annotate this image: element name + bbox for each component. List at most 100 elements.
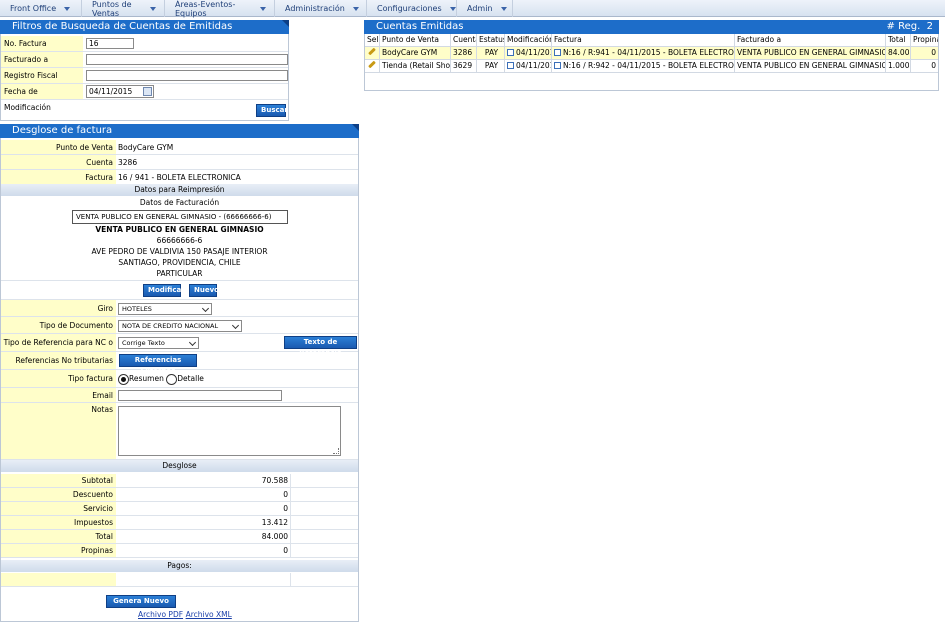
texto-referencia-button[interactable]: Texto de Referencia bbox=[284, 336, 357, 357]
col-factura: Factura bbox=[552, 34, 735, 46]
factura-label: Factura bbox=[1, 170, 116, 184]
row-propinas: Propinas 0 bbox=[1, 544, 358, 558]
checkbox-icon[interactable] bbox=[554, 49, 561, 56]
section-pagos: Pagos: bbox=[1, 560, 358, 572]
cliente-ciudad: SANTIAGO, PROVIDENCIA, CHILE bbox=[118, 258, 241, 267]
servicio-label: Servicio bbox=[1, 502, 116, 515]
detalle-radio[interactable] bbox=[166, 373, 178, 385]
edit-pencil-icon[interactable] bbox=[365, 47, 380, 59]
resize-grip-icon[interactable] bbox=[333, 448, 339, 454]
facturado-input[interactable] bbox=[85, 54, 288, 65]
tipo-factura-label: Tipo factura bbox=[1, 370, 116, 387]
cliente-direccion: AVE PEDRO DE VALDIVIA 150 PASAJE INTERIO… bbox=[91, 247, 268, 256]
propinas-value: 0 bbox=[118, 544, 291, 557]
tipo-ref-label: Tipo de Referencia para NC o ND bbox=[1, 334, 116, 365]
filters-header: Filtros de Busqueda de Cuentas de Emitid… bbox=[0, 20, 289, 34]
factura-value: N:16 / R:942 - 04/11/2015 - BOLETA ELECT… bbox=[563, 61, 735, 70]
row-email: Email bbox=[1, 388, 358, 403]
table-row[interactable]: BodyCare GYM 3286 PAY 04/11/2015 N:16 / … bbox=[365, 47, 938, 60]
ref-no-trib-label: Referencias No tributarias bbox=[1, 352, 116, 369]
rfc-input[interactable] bbox=[85, 70, 288, 81]
menu-label: Puntos de Ventas bbox=[92, 0, 132, 18]
chevron-down-icon bbox=[64, 6, 71, 11]
punto-value: BodyCare GYM bbox=[118, 143, 174, 152]
col-propina: Propina bbox=[911, 34, 938, 46]
reg-value: 2 bbox=[926, 21, 933, 32]
row-tipo-factura: Tipo factura Resumen Detalle bbox=[1, 370, 358, 388]
total-label: Total bbox=[1, 530, 116, 543]
referencias-externas-button[interactable]: Referencias Externas bbox=[119, 354, 197, 375]
checkbox-icon[interactable] bbox=[507, 62, 514, 69]
reg-count: # Reg. 2 bbox=[887, 20, 933, 34]
desglose-header: Desglose de factura bbox=[0, 124, 359, 138]
col-cuenta: Cuenta bbox=[451, 34, 477, 46]
tipo-ref-select[interactable]: Corrige Texto bbox=[118, 337, 199, 349]
pagos-cell bbox=[1, 573, 116, 586]
buscar-button[interactable]: Buscar bbox=[256, 104, 288, 117]
chevron-down-icon bbox=[231, 321, 240, 330]
row-notas: Notas bbox=[1, 403, 358, 460]
row-servicio: Servicio 0 bbox=[1, 502, 358, 516]
menu-administracion[interactable]: Administración bbox=[275, 0, 367, 17]
archivo-pdf-link[interactable]: Archivo PDF bbox=[138, 610, 183, 619]
menu-label: Front Office bbox=[10, 4, 57, 13]
col-sel: Sel bbox=[365, 34, 380, 46]
resumen-label: Resumen bbox=[129, 374, 164, 383]
impuestos-label: Impuestos bbox=[1, 516, 116, 529]
checkbox-icon[interactable] bbox=[554, 62, 561, 69]
email-input[interactable] bbox=[118, 390, 282, 401]
corner-decoration bbox=[352, 124, 359, 131]
modificar-button[interactable]: Modificar bbox=[143, 284, 185, 297]
giro-select[interactable]: HOTELES bbox=[118, 303, 212, 315]
row-factura: Factura 16 / 941 - BOLETA ELECTRONICA bbox=[1, 170, 358, 185]
menu-puntos-ventas[interactable]: Puntos de Ventas bbox=[82, 0, 165, 18]
cell-total: 84.000 bbox=[888, 47, 911, 59]
reg-label: # Reg. bbox=[886, 21, 921, 32]
menu-areas-eventos[interactable]: Áreas-Eventos-Equipos bbox=[165, 0, 275, 18]
menu-front-office[interactable]: Front Office bbox=[0, 0, 82, 17]
col-facturado: Facturado a bbox=[735, 34, 886, 46]
tipo-doc-label: Tipo de Documento bbox=[1, 317, 116, 333]
menu-label: Configuraciones bbox=[377, 4, 442, 13]
cell-punto: Tienda (Retail Shop) bbox=[382, 60, 451, 72]
chevron-down-icon bbox=[449, 6, 456, 11]
filters-title: Filtros de Busqueda de Cuentas de Emitid… bbox=[12, 21, 233, 32]
menu-admin[interactable]: Admin bbox=[457, 0, 513, 17]
cliente-select[interactable]: VENTA PUBLICO EN GENERAL GIMNASIO - (666… bbox=[72, 210, 288, 224]
tipo-doc-select[interactable]: NOTA DE CREDITO NACIONAL bbox=[118, 320, 242, 332]
punto-label: Punto de Venta bbox=[1, 140, 116, 154]
section-datos-impresion: Datos para Reimpresión bbox=[1, 184, 358, 196]
descuento-value: 0 bbox=[118, 488, 291, 501]
descuento-label: Descuento bbox=[1, 488, 116, 501]
archivo-xml-link[interactable]: Archivo XML bbox=[186, 610, 232, 619]
filter-row-fecha: Fecha de Modificación 04/11/2015 bbox=[1, 84, 288, 112]
table-row[interactable]: Tienda (Retail Shop) 3629 PAY 04/11/2015… bbox=[365, 60, 938, 73]
col-modificacion: Modificación bbox=[505, 34, 552, 46]
giro-label: Giro bbox=[1, 300, 116, 316]
checkbox-icon[interactable] bbox=[507, 49, 514, 56]
cell-propina: 0 bbox=[931, 48, 936, 57]
row-total: Total 84.000 bbox=[1, 530, 358, 544]
cell-punto: BodyCare GYM bbox=[380, 47, 451, 59]
row-tipo-doc: Tipo de Documento NOTA DE CREDITO NACION… bbox=[1, 317, 358, 334]
no-factura-input[interactable]: 16 bbox=[86, 38, 134, 49]
subtotal-label: Subtotal bbox=[1, 474, 116, 487]
row-pagos bbox=[1, 573, 358, 587]
resumen-radio[interactable] bbox=[118, 373, 129, 385]
menu-configuraciones[interactable]: Configuraciones bbox=[367, 0, 457, 17]
chevron-down-icon bbox=[150, 6, 156, 11]
calendar-icon[interactable] bbox=[143, 87, 152, 96]
giro-value: HOTELES bbox=[122, 305, 152, 313]
edit-pencil-icon[interactable] bbox=[365, 60, 380, 72]
notas-textarea[interactable] bbox=[118, 406, 341, 456]
filters-panel: No. Factura 16 Facturado a Registro Fisc… bbox=[0, 34, 289, 121]
factura-value: N:16 / R:941 - 04/11/2015 - BOLETA ELECT… bbox=[563, 48, 735, 57]
fecha-input[interactable]: 04/11/2015 bbox=[86, 85, 154, 98]
genera-cfd-button[interactable]: Genera Nuevo CFD bbox=[106, 595, 176, 616]
nuevo-button[interactable]: Nuevo bbox=[189, 284, 219, 297]
divider bbox=[1, 280, 358, 281]
notas-label: Notas bbox=[1, 403, 116, 459]
mod-value: 04/11/2015 bbox=[516, 61, 551, 70]
table-footer bbox=[365, 73, 938, 90]
tipo-ref-value: Corrige Texto bbox=[122, 339, 165, 347]
